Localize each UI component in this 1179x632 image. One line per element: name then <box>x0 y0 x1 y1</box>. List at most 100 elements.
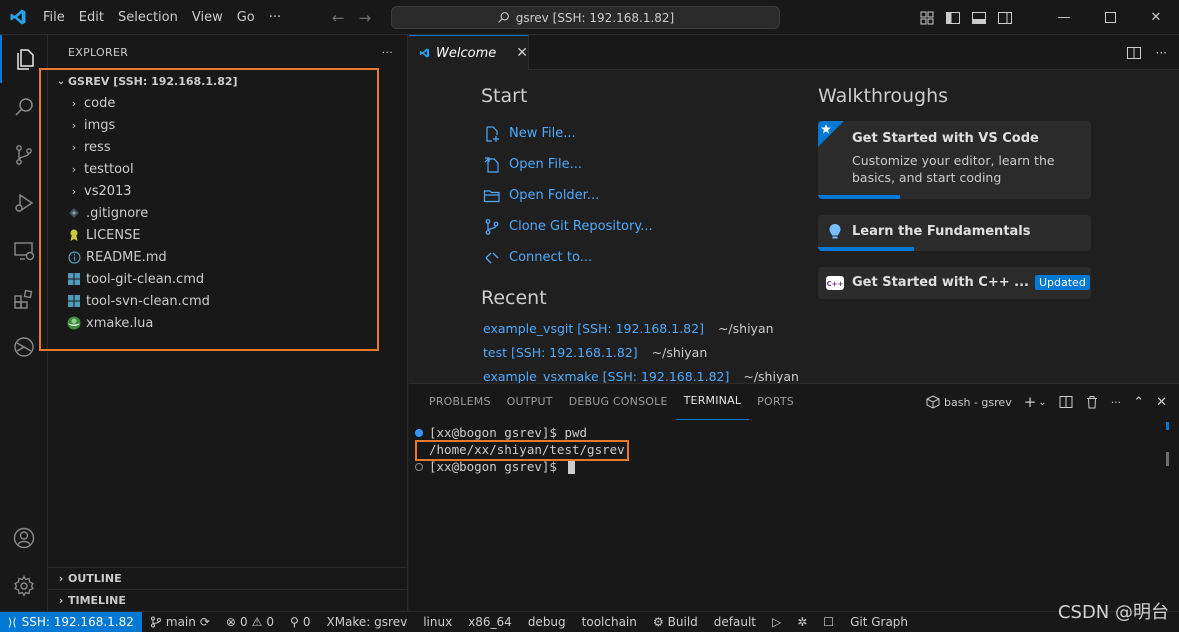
recent-item-path: ~/shiyan <box>651 344 708 360</box>
chevron-down-icon[interactable]: ⌄ <box>1038 397 1046 408</box>
activity-search[interactable] <box>0 83 48 131</box>
tree-file-gitignore[interactable]: .gitignore <box>48 202 408 224</box>
walkthrough-get-started-vscode[interactable]: Get Started with VS Code Customize your … <box>818 121 1091 199</box>
xmake-mode[interactable]: debug <box>520 615 574 629</box>
tree-folder-imgs[interactable]: › imgs <box>48 114 408 136</box>
xmake-toolchain[interactable]: toolchain <box>574 615 645 629</box>
menu-file[interactable]: File <box>36 0 72 35</box>
close-panel-icon[interactable]: ✕ <box>1156 395 1167 410</box>
close-window-button[interactable]: ✕ <box>1133 0 1179 35</box>
tree-folder-ress[interactable]: › ress <box>48 136 408 158</box>
start-clone-git[interactable]: Clone Git Repository... <box>483 211 653 242</box>
xmake-arch[interactable]: x86_64 <box>460 615 520 629</box>
panel-more-icon[interactable]: ··· <box>1111 396 1122 409</box>
xmake-project[interactable]: XMake: gsrev <box>318 615 415 629</box>
tree-file-tool-svn-clean[interactable]: tool-svn-clean.cmd <box>48 290 408 312</box>
editor-more-icon[interactable]: ··· <box>1156 46 1167 60</box>
menu-view[interactable]: View <box>185 0 230 35</box>
start-list: New File... Open File... Open Folder... … <box>483 118 653 273</box>
tab-problems[interactable]: PROBLEMS <box>421 384 499 420</box>
terminal-command: pwd <box>564 425 588 440</box>
tree-file-license[interactable]: LICENSE <box>48 224 408 246</box>
activity-git-graph[interactable] <box>0 323 48 371</box>
toggle-secondary-sidebar-icon[interactable] <box>997 10 1013 26</box>
run-button[interactable]: ▷ <box>764 615 789 629</box>
start-connect-to[interactable]: Connect to... <box>483 242 653 273</box>
xmake-build[interactable]: ⚙ Build <box>645 615 706 629</box>
tab-terminal[interactable]: TERMINAL <box>675 384 750 420</box>
activity-manage[interactable] <box>0 562 48 610</box>
tab-debug-console[interactable]: DEBUG CONSOLE <box>561 384 676 420</box>
activity-source-control[interactable] <box>0 131 48 179</box>
activity-remote-explorer[interactable] <box>0 227 48 275</box>
chevron-up-icon[interactable]: ⌃ <box>1133 395 1144 410</box>
terminal-output[interactable]: [xx@bogon gsrev]$ pwd /home/xx/shiyan/te… <box>415 424 1165 475</box>
walkthrough-title: Get Started with C++ ... <box>852 275 1029 290</box>
walkthrough-get-started-cpp[interactable]: C++ Get Started with C++ ... Updated <box>818 267 1091 299</box>
start-open-folder[interactable]: Open Folder... <box>483 180 653 211</box>
arrow-right-icon[interactable]: → <box>359 9 372 27</box>
terminal-scrollbar[interactable] <box>1166 422 1169 602</box>
terminal-selector[interactable]: bash - gsrev <box>926 395 1012 409</box>
menu-edit[interactable]: Edit <box>72 0 111 35</box>
recent-item[interactable]: test [SSH: 192.168.1.82] ~/shiyan <box>483 340 799 364</box>
tab-output[interactable]: OUTPUT <box>499 384 561 420</box>
explorer-more-button[interactable]: ··· <box>382 46 393 59</box>
tree-file-xmake-lua[interactable]: xmake.lua <box>48 312 408 334</box>
git-graph-label: Git Graph <box>850 615 909 629</box>
tree-file-tool-git-clean[interactable]: tool-git-clean.cmd <box>48 268 408 290</box>
tree-folder-testtool[interactable]: › testtool <box>48 158 408 180</box>
new-terminal-icon[interactable]: + <box>1024 393 1037 411</box>
minimize-button[interactable]: — <box>1041 0 1087 35</box>
menu-more[interactable]: ··· <box>262 0 288 35</box>
xmake-target[interactable]: default <box>706 615 764 629</box>
menu-bar: File Edit Selection View Go ··· <box>36 0 288 35</box>
recent-item[interactable]: example_vsxmake [SSH: 192.168.1.82] ~/sh… <box>483 364 799 384</box>
debug-button[interactable]: ✲ <box>789 615 815 629</box>
maximize-button[interactable] <box>1087 0 1133 35</box>
arrow-left-icon[interactable]: ← <box>332 9 345 27</box>
command-center[interactable]: gsrev [SSH: 192.168.1.82] <box>391 6 780 29</box>
trash-icon[interactable] <box>1085 395 1099 409</box>
editor-tabs: Welcome ✕ ··· <box>409 35 1179 70</box>
walkthrough-learn-fundamentals[interactable]: Learn the Fundamentals <box>818 215 1091 251</box>
walkthrough-title-row: Get Started with C++ ... Updated <box>852 275 1090 290</box>
tree-file-readme[interactable]: README.md <box>48 246 408 268</box>
toggle-primary-sidebar-icon[interactable] <box>945 10 961 26</box>
activity-accounts[interactable] <box>0 514 48 562</box>
customize-layout-icon[interactable] <box>919 10 935 26</box>
start-new-file[interactable]: New File... <box>483 118 653 149</box>
start-open-folder-label: Open Folder... <box>509 188 600 203</box>
menu-go[interactable]: Go <box>230 0 262 35</box>
tree-folder-vs2013[interactable]: › vs2013 <box>48 180 408 202</box>
git-branch[interactable]: main ⟳ <box>142 615 218 629</box>
recent-item[interactable]: example_vsgit [SSH: 192.168.1.82] ~/shiy… <box>483 316 799 340</box>
split-terminal-icon[interactable] <box>1059 395 1073 409</box>
menu-selection[interactable]: Selection <box>111 0 185 35</box>
outline-section[interactable]: › OUTLINE <box>48 567 408 589</box>
xmake-platform[interactable]: linux <box>415 615 460 629</box>
tab-ports[interactable]: PORTS <box>749 384 802 420</box>
timeline-section[interactable]: › TIMELINE <box>48 589 408 611</box>
toggle-panel-icon[interactable] <box>971 10 987 26</box>
forwarded-ports[interactable]: ⚲ 0 <box>282 615 318 629</box>
chevron-right-icon: › <box>71 140 77 154</box>
terminal-line: /home/xx/shiyan/test/gsrev <box>415 441 1165 458</box>
problems-indicator[interactable]: ⊗ 0 ⚠ 0 <box>218 615 282 629</box>
activity-extensions[interactable] <box>0 275 48 323</box>
remote-indicator[interactable]: ⟩⟨ SSH: 192.168.1.82 <box>0 611 142 632</box>
tab-welcome[interactable]: Welcome ✕ <box>409 35 529 70</box>
git-graph-status[interactable]: Git Graph <box>842 615 916 629</box>
stop-button[interactable]: ☐ <box>815 615 842 629</box>
tree-folder-code[interactable]: › code <box>48 92 408 114</box>
start-open-file[interactable]: Open File... <box>483 149 653 180</box>
tab-close-icon[interactable]: ✕ <box>516 45 528 61</box>
activity-explorer[interactable] <box>0 35 48 83</box>
split-editor-icon[interactable] <box>1126 45 1142 61</box>
windows-icon <box>66 271 82 287</box>
activity-run-debug[interactable] <box>0 179 48 227</box>
sync-icon[interactable]: ⟳ <box>200 615 210 629</box>
workspace-root-folder[interactable]: ⌄ GSREV [SSH: 192.168.1.82] <box>48 70 408 92</box>
remote-icon <box>485 252 499 263</box>
remote-label: SSH: 192.168.1.82 <box>21 615 134 629</box>
